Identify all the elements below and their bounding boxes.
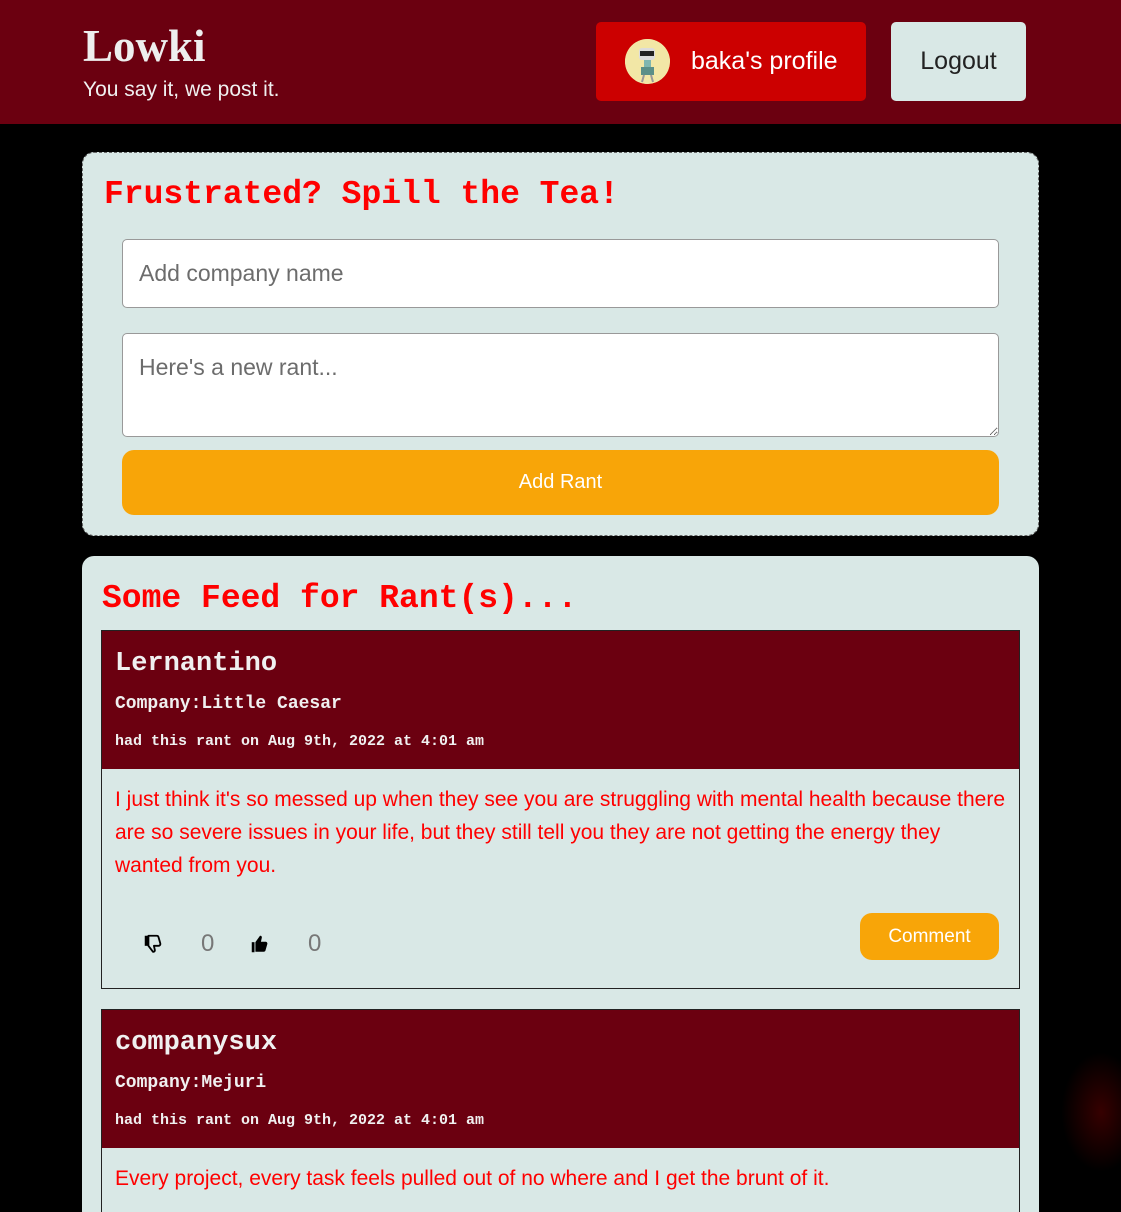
rant-header: Lernantino Company:Little Caesar had thi… — [102, 631, 1019, 769]
rant-header: companysux Company:Mejuri had this rant … — [102, 1010, 1019, 1148]
rant-text: Every project, every task feels pulled o… — [115, 1167, 830, 1190]
brand-tagline: You say it, we post it. — [83, 78, 280, 101]
downvote-count: 0 — [201, 930, 215, 957]
company-name-input[interactable] — [122, 239, 999, 308]
rant-card: companysux Company:Mejuri had this rant … — [101, 1009, 1020, 1212]
rant-username[interactable]: companysux — [115, 1026, 277, 1060]
rant-textarea[interactable] — [122, 333, 999, 437]
feed-card: Some Feed for Rant(s)... Lernantino Comp… — [82, 556, 1039, 1212]
avatar — [625, 39, 670, 84]
thumbs-down-icon[interactable] — [140, 931, 166, 957]
upvote-count: 0 — [308, 930, 322, 957]
rant-text: I just think it's so messed up when they… — [115, 788, 1006, 877]
compose-title: Frustrated? Spill the Tea! — [104, 176, 619, 213]
rant-company: Company:Little Caesar — [115, 694, 342, 714]
rant-date: had this rant on Aug 9th, 2022 at 4:01 a… — [115, 733, 485, 750]
compose-card: Frustrated? Spill the Tea! Add Rant — [82, 152, 1039, 536]
brand-title[interactable]: Lowki — [83, 20, 206, 72]
add-rant-button[interactable]: Add Rant — [122, 450, 999, 515]
rant-card: Lernantino Company:Little Caesar had thi… — [101, 630, 1020, 989]
thumbs-up-icon[interactable] — [247, 931, 273, 957]
profile-label: baka's profile — [691, 47, 838, 75]
background-decoration — [1061, 1052, 1121, 1172]
site-header: Lowki You say it, we post it. baka's pro… — [0, 0, 1121, 124]
logout-button[interactable]: Logout — [891, 22, 1026, 101]
rant-date: had this rant on Aug 9th, 2022 at 4:01 a… — [115, 1112, 485, 1129]
feed-title: Some Feed for Rant(s)... — [102, 580, 578, 617]
comment-button[interactable]: Comment — [860, 913, 999, 960]
rant-company: Company:Mejuri — [115, 1073, 267, 1093]
rant-body: Every project, every task feels pulled o… — [102, 1148, 1019, 1212]
rant-body: I just think it's so messed up when they… — [102, 769, 1019, 988]
rant-username[interactable]: Lernantino — [115, 647, 277, 681]
profile-button[interactable]: baka's profile — [596, 22, 866, 101]
